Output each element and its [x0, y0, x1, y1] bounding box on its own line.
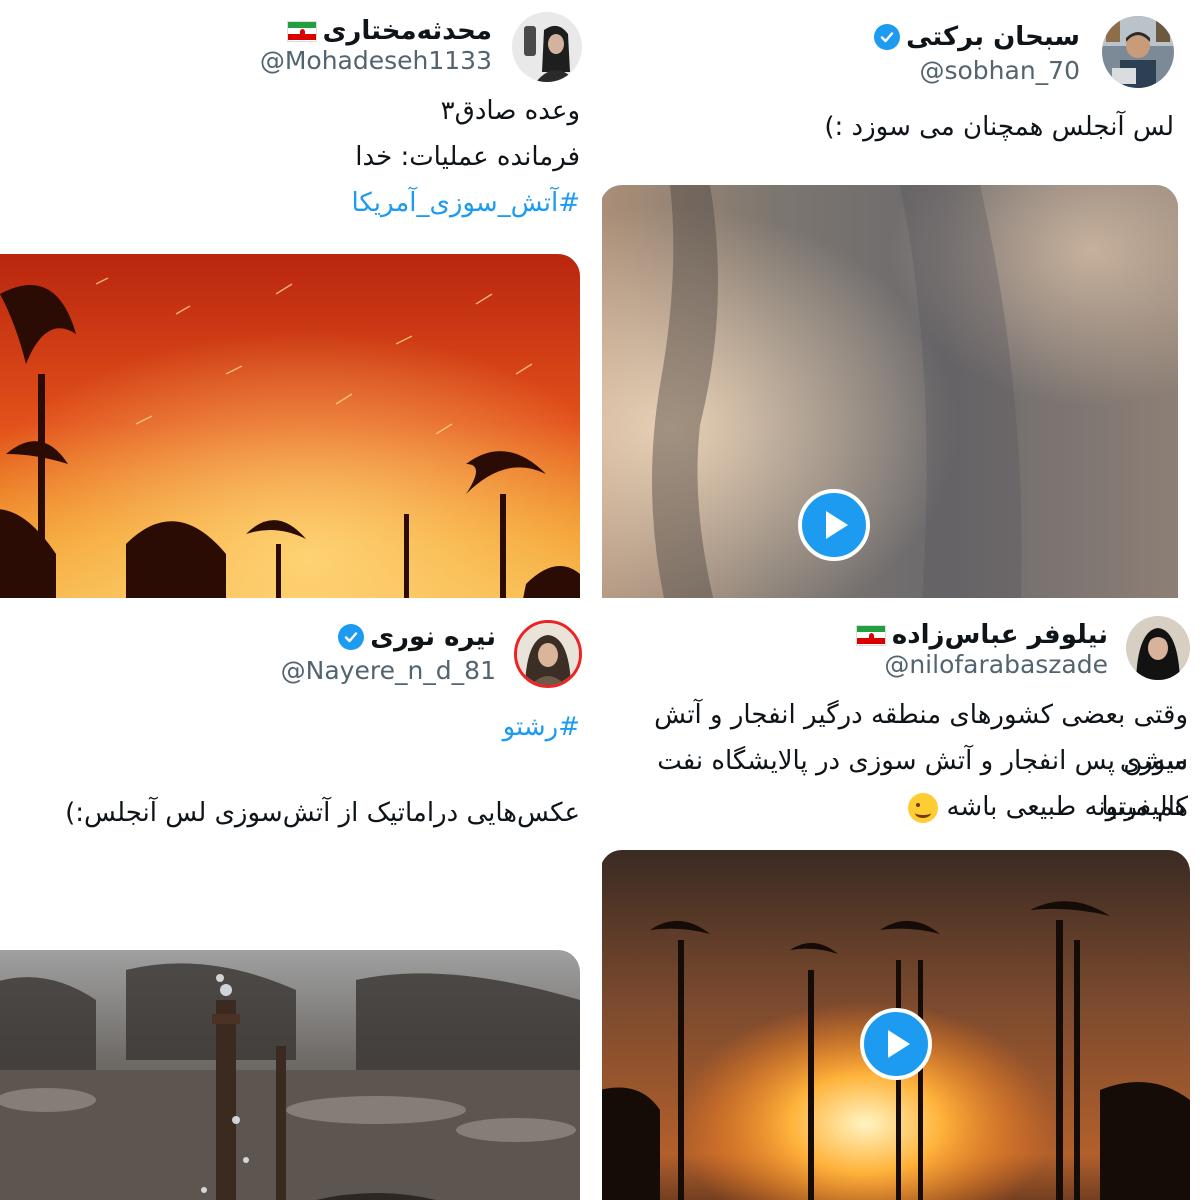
verified-badge-icon [874, 24, 901, 50]
user-handle[interactable]: @Mohadeseh1133 [260, 46, 492, 75]
verified-badge-icon [338, 624, 365, 650]
hashtag-link[interactable]: #رشتو [20, 704, 580, 750]
display-name[interactable]: سبحان برکتی [906, 22, 1080, 52]
avatar[interactable] [1126, 616, 1190, 680]
profile-photo-woman-chador-icon [1126, 616, 1190, 680]
tweet-text-line-2: فرمانده عملیات: خدا [355, 142, 580, 172]
winking-face-emoji-icon [908, 792, 939, 823]
profile-photo-woman-icon [512, 12, 582, 82]
display-name[interactable]: محدثه‌مختاری [323, 16, 492, 46]
display-name[interactable]: نیره نوری [370, 622, 496, 652]
iran-flag-icon [855, 624, 886, 646]
tweet-card-sobhan[interactable]: سبحان برکتی @sobhan_70 لس آنجلس همچنان م… [600, 0, 1200, 600]
play-button-icon[interactable] [860, 1008, 932, 1080]
wildfire-photo [0, 254, 580, 600]
user-handle[interactable]: @nilofarabaszade [884, 650, 1108, 679]
iran-flag-icon [286, 20, 317, 42]
video-thumbnail [600, 185, 1178, 600]
burned-neighborhood-photo [0, 950, 580, 1200]
tweet-image[interactable] [0, 950, 580, 1200]
profile-photo-man-laptop-icon [1102, 16, 1174, 88]
tweet-card-nayere[interactable]: نیره نوری @Nayere_n_d_81 #رشتو عکس‌هایی … [0, 600, 600, 1200]
profile-photo-woman-hijab-icon [517, 623, 579, 685]
play-button-icon[interactable] [798, 489, 870, 561]
tweet-text-line-3: هم میتونه طبیعی باشه [946, 792, 1188, 822]
tweet-image[interactable] [0, 254, 580, 600]
tweet-video[interactable] [600, 850, 1190, 1200]
hashtag-link[interactable]: #آتش_سوزی_آمریکا [20, 180, 580, 226]
grid-divider-horizontal [0, 598, 1200, 602]
tweet-text-line-1: وعده صادق۳ [440, 96, 580, 126]
avatar[interactable] [1102, 16, 1174, 88]
user-handle[interactable]: @Nayere_n_d_81 [281, 656, 496, 685]
user-handle[interactable]: @sobhan_70 [919, 56, 1080, 85]
avatar[interactable] [512, 12, 582, 82]
tweet-video[interactable] [600, 185, 1178, 600]
tweet-text: لس آنجلس همچنان می سوزد :) [824, 112, 1174, 142]
display-name[interactable]: نیلوفر عباس‌زاده [892, 620, 1108, 650]
avatar[interactable] [514, 620, 582, 688]
tweet-card-mohadeseh[interactable]: محدثه‌مختاری @Mohadeseh1133 وعده صادق۳ ف… [0, 0, 600, 600]
tweet-card-nilofar[interactable]: نیلوفر عباس‌زاده @nilofarabaszade وقتی ب… [600, 600, 1200, 1200]
tweet-text: عکس‌هایی دراماتیک از آتش‌سوزی لس آنجلس:) [65, 798, 580, 828]
tweet-text-line-3-row: هم میتونه طبیعی باشه [600, 784, 1188, 830]
